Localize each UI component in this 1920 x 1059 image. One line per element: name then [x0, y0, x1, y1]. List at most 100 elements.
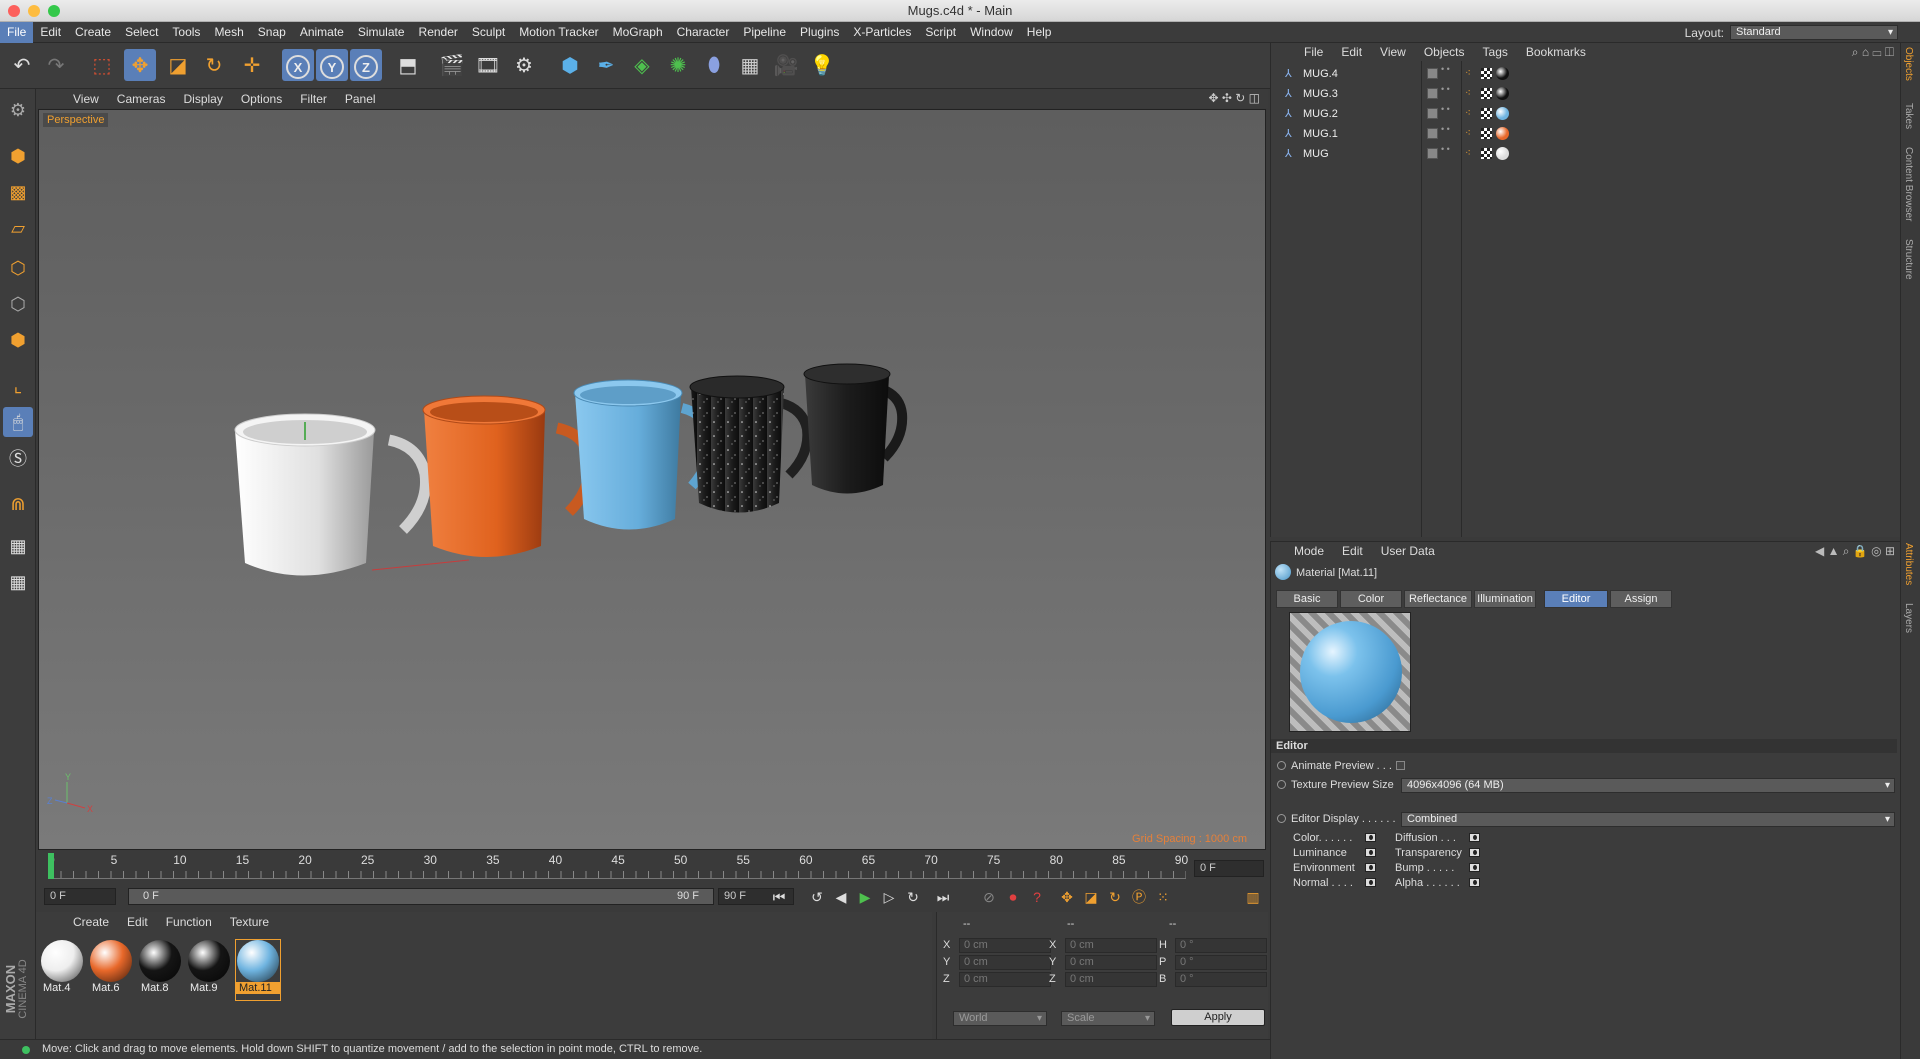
next-key-icon[interactable]: ↻	[902, 887, 924, 907]
coord-mode-dropdown[interactable]: World	[953, 1011, 1047, 1026]
side-tab-objects[interactable]: Objects	[1903, 47, 1914, 81]
visibility-toggle-icon[interactable]	[1427, 68, 1438, 79]
record-active-icon[interactable]: ⏺	[1002, 887, 1024, 907]
coord-rot-field[interactable]: 0 °	[1175, 955, 1267, 970]
workplane-mode-icon[interactable]: ▱	[3, 213, 33, 243]
goto-start-icon[interactable]: ⏮	[768, 887, 790, 907]
timeline-playhead[interactable]	[48, 853, 54, 879]
material-preview-swatch[interactable]	[1289, 612, 1411, 732]
autokey-icon[interactable]: ?	[1026, 887, 1048, 907]
orange-mug[interactable]	[422, 395, 596, 557]
x-axis-lock-icon[interactable]: X	[282, 49, 314, 81]
model-mode-icon[interactable]: ⬢	[3, 141, 33, 171]
channel-visibility-icon[interactable]	[1365, 878, 1376, 887]
coord-size-mode-dropdown[interactable]: Scale	[1061, 1011, 1155, 1026]
menu-character[interactable]: Character	[670, 22, 737, 43]
render-picture-viewer-icon[interactable]: 🎞	[472, 49, 504, 81]
material-swatch[interactable]: Mat.8	[138, 940, 182, 1000]
zoom-window-button[interactable]	[48, 5, 60, 17]
object-menu-file[interactable]: File	[1295, 45, 1332, 59]
light-icon[interactable]: 💡	[806, 49, 838, 81]
previous-frame-icon[interactable]: ◀	[830, 887, 852, 907]
timeline-ruler[interactable]	[48, 871, 1186, 879]
menu-motion-tracker[interactable]: Motion Tracker	[512, 22, 605, 43]
make-editable-icon[interactable]: ⚙	[3, 95, 33, 125]
viewport-menu-panel[interactable]: Panel	[336, 92, 385, 106]
phong-tag-icon[interactable]: ⁖	[1465, 128, 1471, 139]
object-menu-bookmarks[interactable]: Bookmarks	[1517, 45, 1595, 59]
workplane-lock-icon[interactable]: ▦	[3, 531, 33, 561]
coord-rot-field[interactable]: 0 °	[1175, 972, 1267, 987]
object-menu-tags[interactable]: Tags	[1474, 45, 1517, 59]
tab-assign[interactable]: Assign	[1610, 590, 1672, 608]
material-menu-create[interactable]: Create	[64, 915, 118, 929]
texture-tag-icon[interactable]	[1481, 68, 1492, 79]
material-menu-function[interactable]: Function	[157, 915, 221, 929]
texture-tag-icon[interactable]	[1481, 88, 1492, 99]
channel-visibility-icon[interactable]	[1469, 833, 1480, 842]
material-swatch[interactable]: Mat.4	[40, 940, 84, 1000]
coord-size-field[interactable]: 0 cm	[1065, 972, 1157, 987]
object-row[interactable]: ⅄ MUG.1 • • ⁖	[1281, 125, 1893, 145]
texture-tag-icon[interactable]	[1481, 128, 1492, 139]
preview-range-slider[interactable]: 0 F 90 F	[128, 888, 714, 905]
play-icon[interactable]: ▶	[854, 887, 876, 907]
channel-visibility-icon[interactable]	[1365, 833, 1376, 842]
blue-mug[interactable]	[573, 379, 716, 530]
side-tab-layers[interactable]: Layers	[1903, 603, 1914, 633]
viewport-menu-options[interactable]: Options	[232, 92, 291, 106]
goto-end-icon[interactable]: ⏭	[932, 887, 954, 907]
cube-primitive-icon[interactable]: ⬢	[554, 49, 586, 81]
material-menu-edit[interactable]: Edit	[118, 915, 157, 929]
render-dots-icon[interactable]: • •	[1441, 105, 1450, 114]
texture-preview-size-dropdown[interactable]: 4096x4096 (64 MB)	[1401, 778, 1895, 793]
material-menu-texture[interactable]: Texture	[221, 915, 278, 929]
minimize-window-button[interactable]	[28, 5, 40, 17]
edges-mode-icon[interactable]: ⬡	[3, 289, 33, 319]
render-settings-icon[interactable]: ⚙	[508, 49, 540, 81]
coordinate-system-icon[interactable]: ⬒	[392, 49, 424, 81]
coord-rot-field[interactable]: 0 °	[1175, 938, 1267, 953]
attribute-nav-icons[interactable]: ◀ ▲ ⌕ 🔒 ◎ ⊞	[1815, 544, 1895, 559]
coord-pos-field[interactable]: 0 cm	[959, 972, 1051, 987]
tab-reflectance[interactable]: Reflectance	[1404, 590, 1472, 608]
key-parameter-icon[interactable]: Ⓟ	[1128, 887, 1150, 907]
close-window-button[interactable]	[8, 5, 20, 17]
phong-tag-icon[interactable]: ⁖	[1465, 108, 1471, 119]
texture-mode-icon[interactable]: ▩	[3, 177, 33, 207]
menu-mesh[interactable]: Mesh	[207, 22, 250, 43]
render-dots-icon[interactable]: • •	[1441, 125, 1450, 134]
coord-size-field[interactable]: 0 cm	[1065, 955, 1157, 970]
object-row[interactable]: ⅄ MUG.4 • • ⁖	[1281, 65, 1893, 85]
material-swatch[interactable]: Mat.9	[187, 940, 231, 1000]
material-tag-icon[interactable]	[1496, 107, 1509, 120]
pen-spline-icon[interactable]: ✒	[590, 49, 622, 81]
object-row[interactable]: ⅄ MUG • • ⁖	[1281, 145, 1893, 165]
tweak-mode-icon[interactable]: 🖱	[3, 407, 33, 437]
menu-render[interactable]: Render	[412, 22, 465, 43]
object-row[interactable]: ⅄ MUG.2 • • ⁖	[1281, 105, 1893, 125]
attribute-menu-edit[interactable]: Edit	[1333, 544, 1372, 558]
viewport-menu-view[interactable]: View	[64, 92, 108, 106]
previous-key-icon[interactable]: ↺	[806, 887, 828, 907]
next-frame-icon[interactable]: ▷	[878, 887, 900, 907]
material-tag-icon[interactable]	[1496, 147, 1509, 160]
visibility-toggle-icon[interactable]	[1427, 148, 1438, 159]
visibility-toggle-icon[interactable]	[1427, 128, 1438, 139]
cloner-icon[interactable]: ✺	[662, 49, 694, 81]
channel-visibility-icon[interactable]	[1469, 848, 1480, 857]
coord-size-field[interactable]: 0 cm	[1065, 938, 1157, 953]
phong-tag-icon[interactable]: ⁖	[1465, 68, 1471, 79]
key-position-icon[interactable]: ✥	[1056, 887, 1078, 907]
planar-workplane-icon[interactable]: ▦	[3, 567, 33, 597]
editor-display-dropdown[interactable]: Combined	[1401, 812, 1895, 827]
polygons-mode-icon[interactable]: ⬢	[3, 325, 33, 355]
scale-tool-icon[interactable]: ◪	[162, 49, 194, 81]
tab-editor[interactable]: Editor	[1544, 590, 1608, 608]
apply-button[interactable]: Apply	[1171, 1009, 1265, 1026]
tab-illumination[interactable]: Illumination	[1474, 590, 1536, 608]
render-dots-icon[interactable]: • •	[1441, 65, 1450, 74]
start-frame-field[interactable]: 0 F	[44, 888, 116, 905]
menu-tools[interactable]: Tools	[165, 22, 207, 43]
channel-visibility-icon[interactable]	[1365, 848, 1376, 857]
